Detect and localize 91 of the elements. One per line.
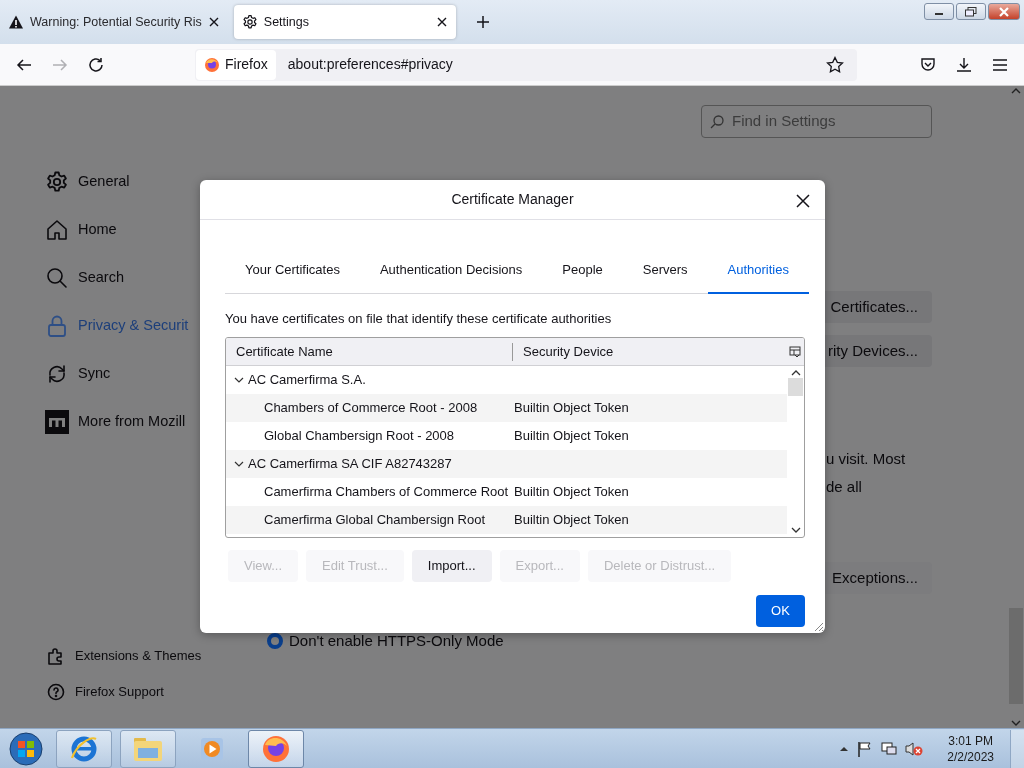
tree-cell-text: Builtin Object Token [514, 483, 630, 502]
tree-row[interactable]: Global Chambersign Root - 2008 Builtin Object Token [226, 422, 787, 450]
muted-speaker-icon[interactable] [905, 740, 924, 757]
pocket-icon [920, 56, 936, 73]
column-header[interactable]: Certificate Name [226, 342, 513, 361]
chevron-down-icon[interactable] [234, 461, 244, 467]
tree-cell-text: AC Camerfirma SA CIF A82743287 [248, 455, 452, 474]
network-icon[interactable] [881, 740, 898, 757]
close-icon[interactable] [207, 16, 220, 28]
reload-icon [88, 56, 104, 73]
back-arrow-icon [16, 56, 32, 73]
tree-cell-text: Camerfirma Chambers of Commerce Root [264, 483, 509, 502]
start-orb-icon [9, 731, 43, 766]
radio-button[interactable] [267, 633, 283, 650]
minimize-button[interactable] [924, 3, 954, 20]
sidebar-item[interactable]: General [45, 158, 130, 206]
home-icon [45, 218, 69, 242]
tab-title: Warning: Potential Security Ris [30, 13, 202, 31]
search-input[interactable]: Find in Settings [730, 109, 920, 134]
new-tab-icon[interactable] [475, 15, 490, 29]
sidebar-link[interactable]: Extensions & Themes [45, 638, 202, 674]
sidebar-link[interactable]: Firefox Support [45, 674, 164, 710]
clock-time[interactable]: 3:01 PM [948, 732, 993, 749]
ok-button[interactable]: OK [756, 595, 805, 627]
scroll-up-icon[interactable] [790, 370, 801, 376]
tree-row[interactable]: AC Camerfirma S.A. [226, 366, 787, 394]
chevron-down-icon[interactable] [234, 377, 244, 383]
browser-tab[interactable]: Settings [233, 5, 456, 39]
taskbar-button[interactable] [248, 729, 304, 768]
clock-date[interactable]: 2/2/2023 [947, 748, 994, 765]
dialog-title: Certificate Manager [451, 190, 574, 209]
site-identity-button[interactable]: Firefox [196, 49, 276, 80]
flag-icon[interactable] [857, 740, 874, 757]
column-picker-icon[interactable] [789, 345, 801, 358]
restore-button[interactable] [956, 3, 986, 20]
dialog-tab[interactable]: Authentication Decisions [359, 250, 543, 294]
address-bar[interactable]: Firefox about:preferences#privacy [195, 48, 857, 81]
description-text: de all [826, 477, 863, 497]
sidebar-item[interactable]: Sync [45, 350, 111, 398]
dialog-tab[interactable]: Authorities [707, 250, 809, 294]
tab-title: Settings [263, 13, 310, 31]
tree-cell-text: Global Chambersign Root - 2008 [264, 427, 455, 446]
menu-icon [992, 56, 1008, 73]
close-icon[interactable] [435, 16, 448, 28]
tree-cell-text: Chambers of Commerce Root - 2008 [264, 399, 478, 418]
dialog-tab[interactable]: People [542, 250, 623, 294]
tree-row[interactable]: Chambers of Commerce Root - 2008 Builtin Object Token [226, 394, 787, 422]
dialog-tab[interactable]: Servers [622, 250, 708, 294]
settings-button[interactable]: Certificates... [822, 291, 932, 323]
restore-icon [965, 6, 977, 17]
forward-arrow-icon [52, 56, 68, 73]
help-icon [47, 683, 65, 701]
tree-row[interactable]: Camerfirma Global Chambersign Root Builtin Object Token [226, 506, 787, 534]
taskbar-button[interactable] [56, 729, 112, 768]
tree-cell-text: AC Camerfirma S.A. [248, 371, 366, 390]
tree-cell-text: Camerfirma Global Chambersign Root [264, 511, 486, 530]
url-text: about:preferences#privacy [287, 55, 454, 74]
dialog-tab[interactable]: Your Certificates [225, 250, 360, 294]
description-text: You have certificates on file that identify these certificate authorities [225, 309, 613, 328]
dialog-button[interactable]: Import... [411, 550, 492, 582]
radio-label: Don't enable HTTPS-Only Mode [289, 631, 504, 651]
tree-row[interactable]: AC Camerfirma SA CIF A82743287 [226, 450, 787, 478]
scroll-down-icon[interactable] [790, 527, 801, 533]
search-icon [710, 114, 724, 129]
tree-row[interactable]: Camerfirma Chambers of Commerce Root Builtin Object Token [226, 478, 787, 506]
mozilla-logo-icon [45, 410, 69, 434]
description-text: u visit. Most [826, 449, 907, 469]
close-icon [795, 193, 811, 210]
sidebar-item[interactable]: More from Mozill [45, 398, 186, 446]
tree-cell-text: Builtin Object Token [514, 511, 630, 530]
search-field[interactable]: Find in Settings [701, 105, 932, 138]
browser-tab[interactable]: Warning: Potential Security Ris [0, 5, 228, 39]
puzzle-icon [47, 647, 65, 665]
settings-icon [45, 170, 69, 194]
settings-icon [241, 14, 258, 30]
download-icon [956, 56, 972, 73]
scrollbar-thumb[interactable] [788, 378, 803, 396]
settings-button[interactable]: rity Devices... [822, 335, 932, 367]
padlock-icon [45, 314, 69, 338]
firefox-icon [204, 56, 220, 73]
search-icon [45, 266, 69, 290]
tree-cell-text: Builtin Object Token [514, 399, 630, 418]
warning-icon [8, 14, 24, 30]
sidebar-item[interactable]: Search [45, 254, 124, 302]
column-header[interactable]: Security Device [513, 341, 789, 362]
star-icon [826, 55, 844, 74]
up-arrow-icon[interactable] [839, 745, 850, 752]
sidebar-item[interactable]: Home [45, 206, 117, 254]
tree-cell-text: Builtin Object Token [514, 427, 630, 446]
resize-grip-icon [812, 620, 824, 632]
close-icon [998, 6, 1010, 17]
